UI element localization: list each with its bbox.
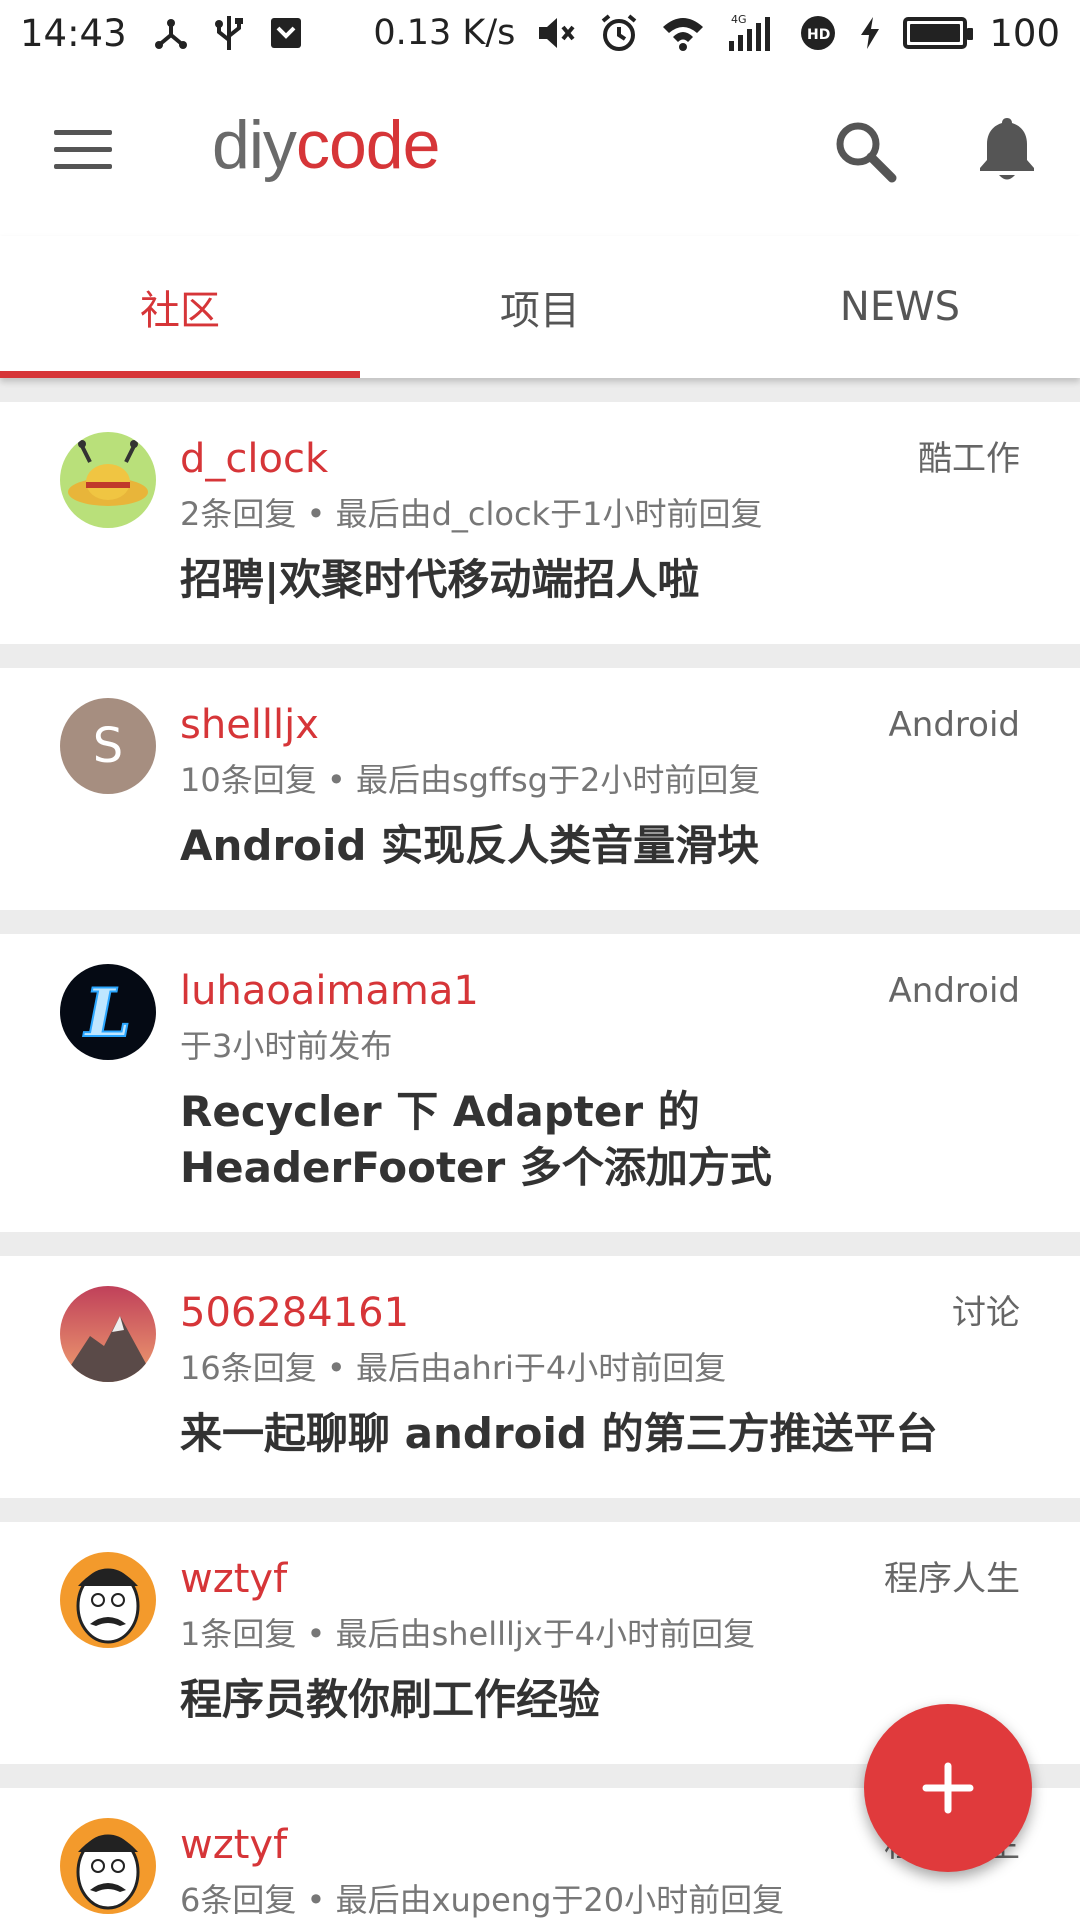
logo-code: code (295, 107, 440, 183)
topic-node[interactable]: 讨论 (952, 1286, 1020, 1340)
topic-title[interactable]: 招聘|欢聚时代移动端招人啦 (180, 552, 1020, 608)
charging-icon (859, 15, 881, 51)
topic-node[interactable]: Android (889, 964, 1020, 1018)
alarm-icon (599, 13, 639, 53)
menu-icon[interactable] (48, 122, 118, 182)
avatar-letter-l: L (83, 974, 131, 1052)
app-logo: diycode (212, 106, 440, 184)
usb-icon (214, 14, 243, 52)
avatar-letter-s: S (93, 718, 123, 774)
letter-l-avatar[interactable]: L (60, 964, 156, 1060)
topic-meta: 6条回复 • 最后由xupeng于20小时前回复 (180, 1881, 785, 1919)
svg-text:HD: HD (807, 27, 830, 43)
letter-s-avatar[interactable]: S (60, 698, 156, 794)
tab-community[interactable]: 社区 (0, 236, 360, 378)
battery-level: 100 (989, 11, 1060, 55)
wifi-icon (661, 15, 705, 51)
topic-title[interactable]: Recycler 下 Adapter 的 HeaderFooter 多个添加方式 (180, 1084, 1020, 1196)
topic-list: d_clock 酷工作 2条回复 • 最后由d_clock于1小时前回复 招聘|… (0, 402, 1080, 1920)
topic-node[interactable]: 程序人生 (884, 1552, 1020, 1606)
mountain-avatar[interactable] (60, 1286, 156, 1382)
hd-voice-icon: HD (799, 14, 837, 52)
topic-card[interactable]: S shellljx Android 10条回复 • 最后由sgffsg于2小时… (0, 668, 1080, 910)
topic-user[interactable]: 506284161 (180, 1286, 1020, 1340)
topic-user[interactable]: d_clock (180, 432, 1020, 486)
topic-title[interactable]: 来一起聊聊 android 的第三方推送平台 (180, 1406, 1020, 1462)
signal-icon: 4G (727, 13, 777, 53)
logo-diy: diy (212, 107, 297, 183)
status-bar: 14:43 0.13 K/s 4G HD 100 (0, 0, 1080, 66)
topic-meta: 2条回复 • 最后由d_clock于1小时前回复 (180, 495, 763, 533)
topic-card[interactable]: d_clock 酷工作 2条回复 • 最后由d_clock于1小时前回复 招聘|… (0, 402, 1080, 644)
topic-meta: 16条回复 • 最后由ahri于4小时前回复 (180, 1349, 727, 1387)
tab-projects[interactable]: 项目 (360, 236, 720, 378)
app-bar: diycode (0, 66, 1080, 236)
straw-hat-avatar[interactable] (60, 432, 156, 528)
usb-tethering-icon (153, 15, 189, 51)
mute-icon (537, 15, 577, 51)
topic-meta: 10条回复 • 最后由sgffsg于2小时前回复 (180, 761, 761, 799)
network-type-label: 4G (731, 13, 747, 26)
status-time: 14:43 (20, 11, 127, 55)
shield-notification-icon (269, 16, 303, 50)
battery-icon (903, 17, 974, 49)
topic-node[interactable]: Android (889, 698, 1020, 752)
topic-card[interactable]: 506284161 讨论 16条回复 • 最后由ahri于4小时前回复 来一起聊… (0, 1256, 1080, 1498)
net-speed: 0.13 K/s (373, 13, 516, 53)
add-topic-button[interactable] (864, 1704, 1032, 1872)
topic-node[interactable]: 酷工作 (918, 432, 1020, 486)
tab-news[interactable]: NEWS (720, 236, 1080, 378)
topic-title[interactable]: Android 实现反人类音量滑块 (180, 818, 1020, 874)
cartoon-face-avatar[interactable] (60, 1552, 156, 1648)
tab-bar: 社区 项目 NEWS (0, 236, 1080, 378)
plus-icon (922, 1762, 974, 1814)
bell-icon[interactable] (970, 112, 1044, 186)
search-icon[interactable] (830, 116, 900, 186)
topic-meta: 于3小时前发布 (180, 1027, 393, 1065)
topic-card[interactable]: L luhaoaimama1 Android 于3小时前发布 Recycler … (0, 934, 1080, 1232)
topic-title[interactable]: 程序员教你刷工作经验 (180, 1672, 1020, 1728)
cartoon-face-avatar[interactable] (60, 1818, 156, 1914)
topic-meta: 1条回复 • 最后由shellljx于4小时前回复 (180, 1615, 756, 1653)
